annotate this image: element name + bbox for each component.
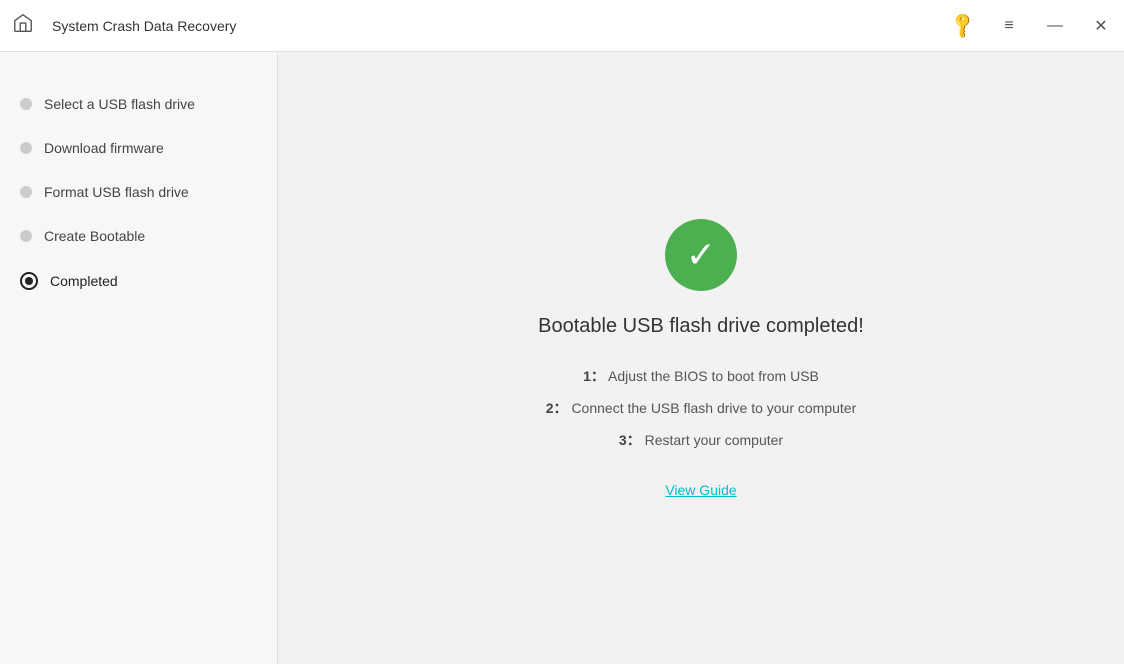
minimize-icon: — [1047,17,1063,35]
view-guide-button[interactable]: View Guide [665,482,736,498]
app-title: System Crash Data Recovery [52,18,236,34]
sidebar-step-icon-download-firmware [20,142,32,154]
step-1: 1： Adjust the BIOS to boot from USB [546,366,857,386]
sidebar-label-select-usb: Select a USB flash drive [44,96,195,112]
window-controls: 🔑 ≡ — ✕ [940,0,1124,51]
sidebar-step-icon-format-usb [20,186,32,198]
step-3-text: Restart your computer [645,432,784,448]
close-button[interactable]: ✕ [1078,0,1124,52]
sidebar-step-icon-select-usb [20,98,32,110]
title-bar: System Crash Data Recovery 🔑 ≡ — ✕ [0,0,1124,52]
sidebar-item-create-bootable[interactable]: Create Bootable [0,214,277,258]
sidebar-label-completed: Completed [50,273,118,289]
sidebar-item-completed[interactable]: Completed [0,258,277,304]
sidebar: Select a USB flash drive Download firmwa… [0,52,278,664]
sidebar-label-format-usb: Format USB flash drive [44,184,189,200]
close-icon: ✕ [1094,16,1107,36]
sidebar-item-select-usb[interactable]: Select a USB flash drive [0,82,277,126]
home-icon[interactable] [12,12,40,40]
step-3: 3： Restart your computer [546,430,857,450]
sidebar-label-create-bootable: Create Bootable [44,228,145,244]
completed-title: Bootable USB flash drive completed! [538,315,864,338]
step-2-number: 2： [546,400,568,416]
step-2: 2： Connect the USB flash drive to your c… [546,398,857,418]
step-1-number: 1： [583,368,605,384]
key-button[interactable]: 🔑 [940,0,986,52]
success-circle: ✓ [665,219,737,291]
content-area: ✓ Bootable USB flash drive completed! 1：… [278,52,1124,664]
sidebar-label-download-firmware: Download firmware [44,140,164,156]
minimize-button[interactable]: — [1032,0,1078,52]
steps-container: 1： Adjust the BIOS to boot from USB 2： C… [546,366,857,450]
sidebar-step-icon-completed [20,272,38,290]
step-1-text: Adjust the BIOS to boot from USB [608,368,819,384]
success-icon-container: ✓ [665,219,737,291]
sidebar-item-format-usb[interactable]: Format USB flash drive [0,170,277,214]
step-3-number: 3： [619,432,641,448]
sidebar-step-icon-create-bootable [20,230,32,242]
step-2-text: Connect the USB flash drive to your comp… [571,400,856,416]
menu-icon: ≡ [1004,17,1013,35]
sidebar-item-download-firmware[interactable]: Download firmware [0,126,277,170]
checkmark-icon: ✓ [686,237,716,273]
menu-button[interactable]: ≡ [986,0,1032,52]
key-icon: 🔑 [948,10,979,41]
main-layout: Select a USB flash drive Download firmwa… [0,52,1124,664]
